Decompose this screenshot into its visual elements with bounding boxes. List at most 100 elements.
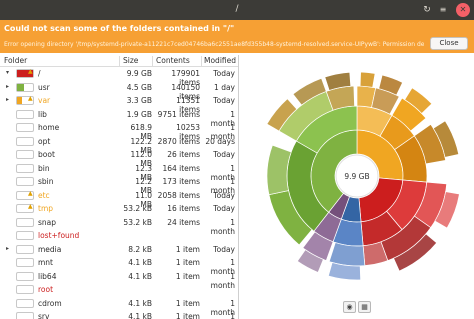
folder-modified: Today bbox=[213, 150, 235, 159]
folder-contents: 1 item bbox=[175, 298, 200, 308]
table-row[interactable]: ▸ usr 4.5 GB 140150 items 1 day bbox=[0, 81, 238, 101]
usage-bar bbox=[16, 163, 34, 173]
table-row[interactable]: root bbox=[0, 283, 238, 297]
usage-bar bbox=[16, 231, 34, 240]
folder-name: boot bbox=[38, 150, 55, 159]
usage-bar bbox=[16, 285, 34, 294]
ring-segment-level4[interactable] bbox=[359, 71, 376, 88]
table-row[interactable]: cdrom 4.1 kB 1 item 1 month bbox=[0, 297, 238, 317]
usage-bar bbox=[16, 82, 34, 92]
expander-icon[interactable]: ▸ bbox=[6, 96, 9, 103]
table-row[interactable]: ▸ ▲ var 3.3 GB 11351 items Today bbox=[0, 94, 238, 114]
table-header: Folder Size Contents Modified bbox=[0, 55, 238, 67]
folder-name: mnt bbox=[38, 258, 53, 267]
folder-contents: 1 item bbox=[175, 244, 200, 254]
usage-bar bbox=[16, 258, 34, 267]
folder-size: 1.9 GB bbox=[126, 109, 152, 119]
folder-name: etc bbox=[38, 190, 50, 200]
folder-name: snap bbox=[38, 217, 57, 227]
folder-size: 4.1 kB bbox=[128, 258, 152, 267]
warning-icon: ▲ bbox=[28, 68, 33, 75]
refresh-icon[interactable]: ↻ bbox=[420, 3, 434, 17]
folder-name: lib64 bbox=[38, 271, 57, 281]
table-row[interactable]: bin 12.3 MB 164 items 1 month bbox=[0, 162, 238, 182]
window-close-button[interactable]: ✕ bbox=[456, 3, 470, 17]
folder-contents: 26 items bbox=[167, 150, 200, 159]
folder-name: var bbox=[38, 96, 51, 105]
folder-contents: 1 item bbox=[175, 271, 200, 281]
folder-contents: 173 items bbox=[162, 177, 200, 186]
usage-bar bbox=[16, 109, 34, 119]
folder-list: ▾ ▲/9.9 GB 179901 items Today ▸ usr 4.5 GB 1401… bbox=[0, 67, 238, 319]
expander-icon[interactable]: ▾ bbox=[6, 69, 9, 76]
table-row[interactable]: mnt 4.1 kB 1 item 1 month bbox=[0, 256, 238, 276]
folder-size: 9.9 GB bbox=[126, 69, 152, 78]
folder-name: root bbox=[38, 285, 54, 294]
chart-center-label: 9.9 GB bbox=[344, 172, 369, 181]
table-row[interactable]: ▲ etc 11.0 MB 2058 items Today bbox=[0, 189, 238, 209]
header-separator bbox=[201, 56, 202, 66]
header-folder[interactable]: Folder bbox=[4, 56, 27, 65]
folder-name: sbin bbox=[38, 177, 54, 186]
usage-bar bbox=[16, 271, 34, 281]
table-row[interactable]: sbin 12.2 MB 173 items 1 month bbox=[0, 175, 238, 195]
usage-bar bbox=[16, 217, 34, 227]
banner-message: Error opening directory '/tmp/systemd-pr… bbox=[4, 41, 424, 48]
usage-bar bbox=[16, 312, 34, 319]
header-separator bbox=[152, 56, 153, 66]
warning-icon: ▲ bbox=[28, 203, 33, 210]
hamburger-menu-icon[interactable]: ≡ bbox=[436, 3, 450, 17]
ring-chart-icon[interactable]: ◉ bbox=[343, 301, 356, 313]
folder-contents: 2058 items bbox=[157, 190, 200, 200]
expander-icon[interactable]: ▸ bbox=[6, 83, 9, 90]
expander-icon[interactable]: ▸ bbox=[6, 245, 9, 252]
warning-icon: ▲ bbox=[28, 95, 33, 102]
table-row[interactable]: snap 53.2 kB 24 items 1 month bbox=[0, 216, 238, 236]
folder-contents: 2870 items bbox=[157, 136, 200, 146]
treemap-chart-icon[interactable]: ▦ bbox=[358, 301, 371, 313]
folder-modified: 1 day bbox=[214, 82, 235, 92]
table-row[interactable]: srv 4.1 kB 1 item 1 month bbox=[0, 310, 238, 319]
usage-bar bbox=[16, 298, 34, 308]
table-row[interactable]: lib 1.9 GB 9751 items 1 month bbox=[0, 108, 238, 128]
folder-contents: 9751 items bbox=[157, 109, 200, 119]
ring-segment-level3[interactable] bbox=[328, 242, 366, 267]
folder-size: 4.5 GB bbox=[126, 82, 152, 92]
table-row[interactable]: boot 112.0 MB 26 items Today bbox=[0, 148, 238, 168]
header-contents[interactable]: Contents bbox=[156, 56, 190, 65]
folder-modified: Today bbox=[213, 244, 235, 254]
folder-contents: 164 items bbox=[162, 163, 200, 173]
usage-bar bbox=[16, 177, 34, 186]
table-row[interactable]: lib64 4.1 kB 1 item 1 month bbox=[0, 270, 238, 290]
folder-modified: Today bbox=[213, 96, 235, 105]
banner-close-button[interactable]: Close bbox=[430, 37, 468, 50]
folder-name: home bbox=[38, 123, 60, 132]
folder-name: lost+found bbox=[38, 231, 80, 240]
folder-size: 8.2 kB bbox=[128, 244, 152, 254]
title-bar: / ↻ ≡ ✕ bbox=[0, 0, 474, 20]
ring-chart[interactable]: 9.9 GB bbox=[239, 55, 474, 295]
folder-modified: Today bbox=[213, 69, 235, 78]
table-row[interactable]: lost+found bbox=[0, 229, 238, 243]
banner-title: Could not scan some of the folders conta… bbox=[4, 24, 235, 33]
usage-bar bbox=[16, 136, 34, 146]
table-row[interactable]: ▸ media 8.2 kB 1 item Today bbox=[0, 243, 238, 257]
table-row[interactable]: ▲ tmp 53.2 kB 16 items Today bbox=[0, 202, 238, 216]
folder-modified: 20 days bbox=[205, 136, 235, 146]
usage-bar bbox=[16, 244, 34, 254]
folder-modified: 1 month bbox=[230, 312, 235, 319]
table-row[interactable]: opt 122.2 MB 2870 items 20 days bbox=[0, 135, 238, 155]
folder-size: 4.1 kB bbox=[128, 271, 152, 281]
folder-modified: Today bbox=[213, 190, 235, 200]
warning-icon: ▲ bbox=[28, 189, 33, 197]
folder-name: opt bbox=[38, 136, 51, 146]
header-modified[interactable]: Modified bbox=[204, 56, 236, 65]
usage-bar bbox=[16, 123, 34, 132]
header-size[interactable]: Size bbox=[123, 56, 138, 65]
folder-contents: 24 items bbox=[167, 217, 200, 227]
usage-bar-fill bbox=[17, 97, 23, 104]
table-row[interactable]: ▾ ▲/9.9 GB 179901 items Today bbox=[0, 67, 238, 87]
folder-modified: Today bbox=[213, 204, 235, 213]
table-row[interactable]: home 618.9 MB 10253 items 1 month bbox=[0, 121, 238, 141]
folder-name: cdrom bbox=[38, 298, 62, 308]
